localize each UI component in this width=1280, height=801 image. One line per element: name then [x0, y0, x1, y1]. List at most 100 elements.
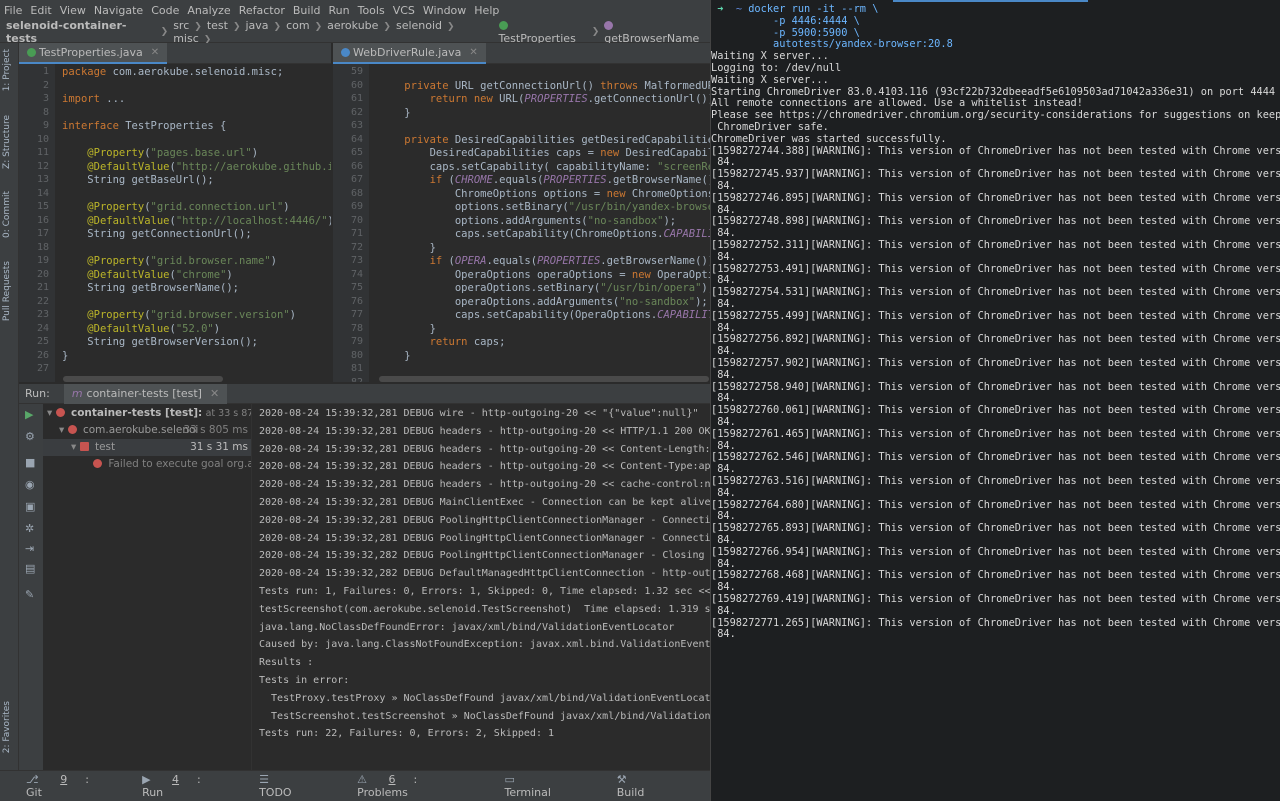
breadcrumb-folder[interactable]: aerokube: [327, 19, 378, 32]
terminal-output-line: Starting ChromeDriver 83.0.4103.116 (93c…: [711, 85, 1276, 98]
menu-item-analyze[interactable]: Analyze: [187, 4, 230, 17]
close-icon[interactable]: ✕: [151, 47, 159, 58]
console-line: java.lang.NoClassDefFoundError: javax/xm…: [259, 621, 675, 633]
menu-item-view[interactable]: View: [60, 4, 86, 17]
tab-label: WebDriverRule.java: [353, 46, 462, 59]
export-icon[interactable]: ⇥: [25, 542, 34, 555]
terminal-command-line: -p 5900:5900 \: [711, 27, 860, 39]
bottom-tab-build[interactable]: ⚒ Build: [617, 773, 692, 799]
terminal-output-line: 84.: [711, 581, 736, 594]
interface-icon: [27, 48, 36, 57]
bottom-tab-todo[interactable]: ☰ TODO: [259, 773, 339, 799]
shortcut-key: 9: [60, 773, 68, 786]
bottom-tab-run[interactable]: ▶ 4: Run: [142, 773, 241, 799]
terminal-output-line: [1598272753.491][WARNING]: This version …: [711, 262, 1280, 275]
chevron-down-icon[interactable]: ▾: [47, 407, 52, 419]
menu-item-tools[interactable]: Tools: [358, 4, 385, 17]
tab-testproperties[interactable]: TestProperties.java ✕: [19, 43, 168, 64]
shortcut-key: 6: [388, 773, 396, 786]
console-line: 2020-08-24 15:39:32,281 DEBUG PoolingHtt…: [259, 532, 710, 544]
chevron-right-icon: ❯: [273, 21, 282, 32]
line-number: 82: [350, 376, 363, 383]
tool-tab-commit[interactable]: 0: Commit: [2, 191, 12, 238]
menu-item-run[interactable]: Run: [329, 4, 350, 17]
rerun-icon[interactable]: ▶: [25, 408, 33, 421]
menu-item-window[interactable]: Window: [423, 4, 466, 17]
tool-tab-structure[interactable]: Z: Structure: [2, 115, 12, 169]
terminal-output-line: [1598272768.468][WARNING]: This version …: [711, 569, 1280, 582]
method-icon: [604, 20, 614, 30]
shortcut-key: 4: [172, 773, 180, 786]
chevron-down-icon[interactable]: ▾: [59, 424, 64, 436]
run-tab-label: container-tests [test]: [86, 387, 202, 400]
run-tab[interactable]: m container-tests [test] ✕: [63, 383, 228, 404]
terminal-output-line: [1598272769.419][WARNING]: This version …: [711, 593, 1280, 605]
terminal-command-line: -p 4446:4444 \: [711, 15, 860, 27]
menu-item-edit[interactable]: Edit: [30, 4, 51, 17]
menu-item-build[interactable]: Build: [293, 4, 321, 17]
menu-item-file[interactable]: File: [4, 4, 22, 17]
console-line: 2020-08-24 15:39:32,281 DEBUG headers - …: [259, 461, 710, 473]
code-editor-left[interactable]: 1 package com.aerokube.selenoid.misc; 2 3 im…: [19, 64, 331, 382]
menu-item-vcs[interactable]: VCS: [393, 4, 415, 17]
console-line: TestScreenshot.testScreenshot » NoClassD…: [259, 710, 710, 722]
close-icon[interactable]: ✕: [469, 47, 477, 58]
settings-icon[interactable]: ✲: [25, 522, 34, 535]
terminal-output-line: [1598272760.061][WARNING]: This version …: [711, 404, 1280, 417]
tree-label: container-tests [test]:: [70, 407, 203, 419]
tool-tab-favorites[interactable]: 2: Favorites: [2, 701, 12, 753]
terminal-command: autotests/yandex-browser:20.8: [748, 38, 953, 51]
terminal-output-line: 84.: [711, 368, 736, 381]
bottom-tab-git[interactable]: ⎇ 9: Git: [26, 773, 124, 799]
tree-row-failure[interactable]: Failed to execute goal org.apac: [43, 456, 251, 473]
tree-row-test[interactable]: ▾ test 31 s 31 ms: [43, 439, 251, 456]
tool-tab-project[interactable]: 1: Project: [2, 49, 12, 91]
tab-webdriverrule[interactable]: WebDriverRule.java ✕: [333, 43, 486, 64]
left-tool-strip: 1: Project Z: Structure 0: Commit Pull R…: [0, 43, 19, 770]
eye-icon[interactable]: ◉: [25, 478, 35, 491]
terminal-output-line: [1598272764.680][WARNING]: This version …: [711, 498, 1280, 511]
bottom-tab-terminal[interactable]: ▭ Terminal: [504, 773, 598, 799]
menu-item-help[interactable]: Help: [474, 4, 499, 17]
breadcrumb-folder[interactable]: java: [245, 19, 268, 32]
breadcrumb-folder[interactable]: selenoid: [396, 19, 442, 32]
terminal-output-line: [1598272766.954][WARNING]: This version …: [711, 545, 1280, 558]
bottom-tab-problems[interactable]: ⚠ 6: Problems: [357, 773, 486, 799]
breadcrumb-folder[interactable]: test: [207, 19, 228, 32]
tree-row-package[interactable]: ▾ com.aerokube.selenoi 33 s 805 ms: [43, 422, 251, 439]
breadcrumb-class[interactable]: TestProperties: [498, 19, 587, 45]
tree-time: 31 s 31 ms: [190, 441, 248, 453]
menu-item-refactor[interactable]: Refactor: [239, 4, 285, 17]
breadcrumb-method[interactable]: getBrowserName: [604, 19, 710, 45]
pin-icon[interactable]: ✎: [25, 588, 34, 601]
tree-label: Failed to execute goal org.apac: [108, 458, 251, 470]
console-line: 2020-08-24 15:39:32,281 DEBUG headers - …: [259, 425, 710, 437]
chevron-down-icon[interactable]: ▾: [71, 441, 76, 453]
wrench-icon[interactable]: ⚙: [25, 430, 35, 443]
close-icon[interactable]: ✕: [210, 387, 219, 400]
breadcrumb-project[interactable]: selenoid-container-tests: [6, 19, 156, 45]
tool-tab-pull-requests[interactable]: Pull Requests: [2, 261, 12, 321]
maven-icon: m: [71, 387, 83, 400]
console-line: TestProxy.testProxy » NoClassDefFound ja…: [259, 692, 710, 704]
chevron-right-icon: ❯: [591, 26, 600, 37]
console-output[interactable]: 2020-08-24 15:39:32,281 DEBUG wire - htt…: [252, 404, 710, 770]
console-line: 2020-08-24 15:39:32,282 DEBUG DefaultMan…: [259, 568, 710, 580]
stop-icon[interactable]: ■: [25, 456, 35, 469]
console-line: 2020-08-24 15:39:32,281 DEBUG headers - …: [259, 479, 710, 491]
interface-icon: [498, 20, 508, 30]
terminal-window[interactable]: ➜ ~ docker run -it --rm \ -p 4446:4444 \…: [710, 0, 1280, 801]
camera-icon[interactable]: ▣: [25, 500, 35, 513]
menu-item-code[interactable]: Code: [151, 4, 179, 17]
breadcrumb-folder[interactable]: com: [286, 19, 310, 32]
terminal-icon: ▭: [504, 773, 515, 786]
code-editor-right[interactable]: 59 60 private URL getConnectionUrl() thro…: [333, 64, 710, 382]
layout-icon[interactable]: ▤: [25, 562, 35, 575]
menu-item-navigate[interactable]: Navigate: [94, 4, 143, 17]
horizontal-scrollbar[interactable]: [63, 376, 223, 382]
terminal-output-line: 84.: [711, 510, 736, 523]
terminal-output-line: [1598272762.546][WARNING]: This version …: [711, 451, 1280, 464]
tree-row-root[interactable]: ▾ container-tests [test]: at 33 s 872 ms: [43, 405, 251, 422]
horizontal-scrollbar[interactable]: [379, 376, 709, 382]
breadcrumb-folder[interactable]: src: [173, 19, 189, 32]
